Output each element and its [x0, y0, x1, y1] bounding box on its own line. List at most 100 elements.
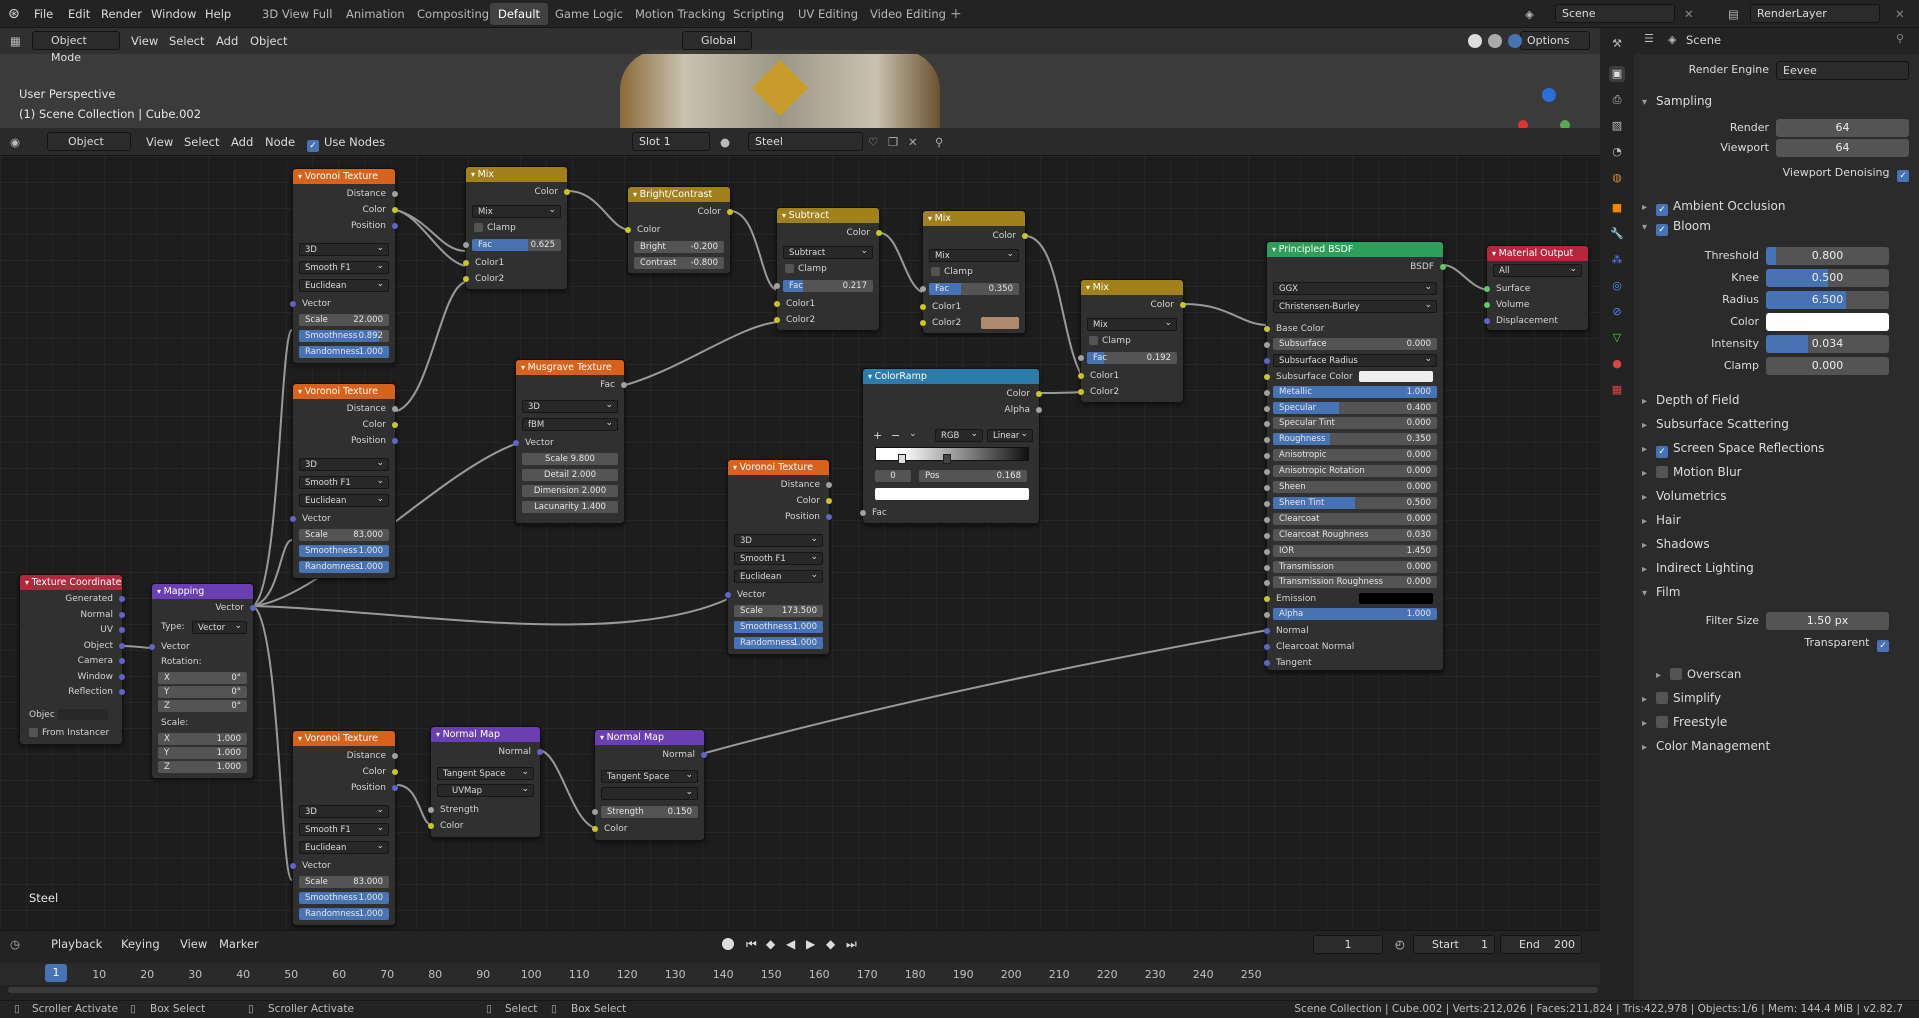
tab-video-editing[interactable]: Video Editing: [862, 3, 954, 25]
fac-field[interactable]: Fac 0.625: [472, 239, 561, 251]
viewport-denoising-checkbox[interactable]: Viewport Denoising ✓: [1724, 164, 1909, 182]
node-mix-3[interactable]: Mix Color Mix Clamp Fac0.192 Color1 Colo…: [1078, 279, 1186, 403]
rotation-x-field[interactable]: X 0°: [158, 672, 247, 684]
node-principled-bsdf[interactable]: Principled BSDF BSDF GGX Christensen-Bur…: [1264, 241, 1446, 671]
scale-x-field[interactable]: X 1.000: [158, 733, 247, 745]
shading-solid-icon[interactable]: [1468, 34, 1482, 48]
output-tab-icon[interactable]: ⎙: [1609, 92, 1625, 108]
object-tab-icon[interactable]: ■: [1609, 200, 1625, 216]
scale-z-field[interactable]: Z 1.000: [158, 761, 247, 773]
particles-tab-icon[interactable]: ⁂: [1609, 252, 1625, 268]
physics-tab-icon[interactable]: ◎: [1609, 278, 1625, 294]
tab-animation[interactable]: Animation: [338, 3, 413, 25]
close-scene-icon[interactable]: ✕: [1684, 4, 1694, 24]
ramp-stop-0[interactable]: [898, 454, 906, 464]
viewport-menu-select[interactable]: Select: [169, 31, 204, 51]
blend-mode-dropdown[interactable]: Mix: [472, 204, 561, 218]
end-frame-field[interactable]: End 200: [1500, 935, 1582, 954]
jump-end-icon[interactable]: ⏭: [846, 934, 857, 954]
socket-dot[interactable]: [1264, 612, 1270, 619]
bright-field[interactable]: Bright -0.200: [634, 241, 724, 253]
fac-field[interactable]: Fac 0.350: [929, 283, 1019, 295]
pin-properties-icon[interactable]: ⚲: [1896, 32, 1904, 45]
render-samples-field[interactable]: 64: [1776, 119, 1909, 137]
transmission-field[interactable]: Transmission 0.000: [1273, 560, 1437, 573]
start-frame-field[interactable]: Start 1: [1413, 935, 1495, 954]
socket-dot[interactable]: [1264, 500, 1270, 507]
modifier-tab-icon[interactable]: 🔧: [1609, 226, 1625, 242]
from-instancer-checkbox[interactable]: From Instancer: [20, 726, 122, 740]
section-subsurface-scattering[interactable]: ▸ Subsurface Scattering: [1642, 414, 1789, 434]
section-simplify[interactable]: ▸ Simplify: [1642, 688, 1721, 708]
socket-dot[interactable]: [1264, 405, 1270, 412]
strength-field[interactable]: Strength 0.150: [601, 806, 698, 818]
knee-field[interactable]: 0.500: [1766, 269, 1889, 287]
add-stop-button[interactable]: +: [873, 429, 882, 442]
space-dropdown[interactable]: Tangent Space: [601, 769, 698, 783]
menu-help[interactable]: Help: [205, 4, 231, 24]
metric-dropdown[interactable]: Euclidean: [734, 569, 823, 583]
feature-dropdown[interactable]: Smooth F1: [299, 822, 389, 836]
fac-field[interactable]: Fac 0.217: [783, 280, 873, 292]
play-icon[interactable]: ▶: [806, 934, 815, 954]
socket-dot[interactable]: [1264, 532, 1270, 539]
socket-dot[interactable]: [1264, 516, 1270, 523]
tab-uv-editing[interactable]: UV Editing: [790, 3, 866, 25]
stop-color-swatch[interactable]: [875, 488, 1029, 500]
specular-tint-field[interactable]: Specular Tint 0.000: [1273, 417, 1437, 430]
texture-tab-icon[interactable]: ▦: [1609, 382, 1625, 398]
clamp-field[interactable]: 0.000: [1766, 357, 1889, 375]
uv-map-field[interactable]: [601, 786, 698, 800]
timeline-scrollbar[interactable]: [8, 987, 1598, 993]
dims-dropdown[interactable]: 3D: [734, 533, 823, 547]
metric-dropdown[interactable]: Euclidean: [299, 493, 389, 507]
menu-window[interactable]: Window: [151, 4, 196, 24]
duplicate-material-icon[interactable]: ❐: [888, 132, 898, 152]
transmission-roughness-field[interactable]: Transmission Roughness 0.000: [1273, 576, 1437, 589]
target-dropdown[interactable]: All: [1493, 263, 1582, 277]
uv-map-field[interactable]: UVMap: [437, 783, 534, 797]
smoothness-field[interactable]: Smoothness 1.000: [299, 545, 389, 557]
sheen-tint-field[interactable]: Sheen Tint 0.500: [1273, 496, 1437, 509]
tool-tab-icon[interactable]: ⚒: [1609, 36, 1625, 52]
smoothness-field[interactable]: Smoothness 1.000: [734, 621, 823, 633]
scale-field[interactable]: Scale 83.000: [299, 876, 389, 888]
viewport-samples-field[interactable]: 64: [1776, 139, 1909, 157]
shader-type-selector[interactable]: Object: [47, 132, 131, 151]
tab-scripting[interactable]: Scripting: [725, 3, 792, 25]
remove-stop-button[interactable]: −: [891, 429, 900, 442]
timeline-menu-marker[interactable]: Marker: [219, 934, 259, 954]
dims-dropdown[interactable]: 3D: [299, 457, 389, 471]
rotation-y-field[interactable]: Y 0°: [158, 686, 247, 698]
timeline-menu-playback[interactable]: Playback: [51, 934, 102, 954]
threshold-field[interactable]: 0.800: [1766, 247, 1889, 265]
socket-dot[interactable]: [1264, 564, 1270, 571]
clamp-checkbox[interactable]: Clamp: [777, 262, 879, 276]
active-stop-index[interactable]: 0: [875, 470, 911, 482]
current-frame-field[interactable]: 1: [1313, 935, 1383, 954]
emission-swatch[interactable]: [1359, 593, 1433, 605]
filter-size-field[interactable]: 1.50 px: [1766, 612, 1889, 630]
unlink-material-icon[interactable]: ✕: [908, 132, 918, 152]
socket-dot[interactable]: [1264, 341, 1270, 348]
fac-field[interactable]: Fac 0.192: [1087, 352, 1177, 364]
sheen-field[interactable]: Sheen 0.000: [1273, 481, 1437, 493]
ramp-stop-1[interactable]: [943, 454, 951, 464]
feature-dropdown[interactable]: Smooth F1: [299, 475, 389, 489]
clearcoat-field[interactable]: Clearcoat 0.000: [1273, 512, 1437, 525]
clamp-checkbox[interactable]: Clamp: [1081, 334, 1183, 348]
node-menu-node[interactable]: Node: [265, 132, 295, 152]
prev-keyframe-icon[interactable]: ◆: [766, 934, 775, 954]
feature-dropdown[interactable]: Smooth F1: [299, 260, 389, 274]
alpha-field[interactable]: Alpha 1.000: [1273, 608, 1437, 621]
node-voronoi-4[interactable]: Voronoi Texture Distance Color Position …: [725, 459, 832, 655]
object-field[interactable]: Objec: [20, 708, 122, 722]
scale-field[interactable]: Scale 173.500: [734, 605, 823, 617]
section-color-management[interactable]: ▸ Color Management: [1642, 736, 1770, 756]
metric-dropdown[interactable]: Euclidean: [299, 278, 389, 292]
viewport-menu-object[interactable]: Object: [250, 31, 287, 51]
material-name-field[interactable]: Steel: [748, 132, 863, 151]
node-mapping[interactable]: Mapping Vector Type: Vector Vector Rotat…: [149, 583, 256, 779]
node-menu-view[interactable]: View: [146, 132, 173, 152]
color-mode-dropdown[interactable]: RGB: [935, 428, 983, 442]
